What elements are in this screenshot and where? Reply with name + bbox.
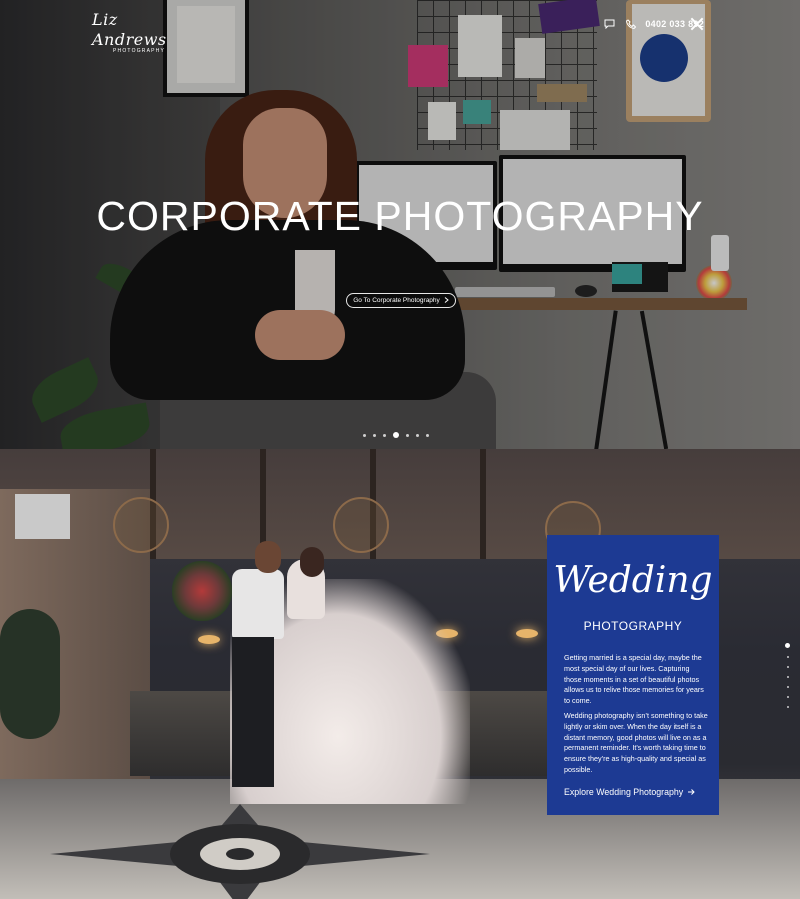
section-nav-dot[interactable] bbox=[786, 676, 789, 678]
corporate-button-label: Go To Corporate Photography bbox=[353, 297, 440, 304]
section-nav-dot[interactable] bbox=[786, 706, 789, 708]
hero-corporate-section: Liz Andrews PHOTOGRAPHY 0402 033 892 COR… bbox=[0, 0, 800, 449]
slider-dot[interactable] bbox=[426, 433, 429, 437]
wedding-paragraph-1: Getting married is a special day, maybe … bbox=[564, 653, 704, 706]
section-nav-dots bbox=[785, 643, 790, 708]
site-logo[interactable]: Liz Andrews PHOTOGRAPHY bbox=[92, 10, 166, 54]
section-nav-dot[interactable] bbox=[785, 643, 790, 648]
logo-subtitle: PHOTOGRAPHY bbox=[113, 48, 166, 54]
close-icon[interactable] bbox=[690, 17, 704, 31]
ceiling-beam bbox=[480, 449, 486, 559]
slider-dot[interactable] bbox=[406, 433, 409, 437]
phone-icon[interactable] bbox=[624, 17, 637, 30]
floor-compass-image bbox=[50, 804, 430, 899]
plant-image bbox=[0, 609, 60, 739]
wedding-script-title: Wedding bbox=[553, 560, 713, 601]
wall-vent-image bbox=[15, 494, 70, 539]
slider-dot[interactable] bbox=[383, 433, 386, 437]
logo-script: Liz Andrews bbox=[92, 10, 167, 49]
hanging-lamp-image bbox=[113, 497, 169, 553]
groom-head-image bbox=[255, 541, 281, 573]
explore-wedding-label: Explore Wedding Photography bbox=[564, 787, 684, 797]
wedding-section: Wedding PHOTOGRAPHY Getting married is a… bbox=[0, 449, 800, 899]
groom-shirt-image bbox=[232, 569, 284, 639]
ceiling-light bbox=[516, 629, 538, 638]
section-nav-dot[interactable] bbox=[786, 656, 789, 658]
slider-dot[interactable] bbox=[393, 432, 399, 438]
section-nav-dot[interactable] bbox=[786, 696, 789, 698]
section-nav-dot[interactable] bbox=[786, 666, 789, 668]
section-nav-dot[interactable] bbox=[786, 686, 789, 688]
top-contact-bar: 0402 033 892 bbox=[603, 17, 704, 30]
slider-dot[interactable] bbox=[363, 433, 366, 437]
hero-slider-dots bbox=[363, 432, 429, 438]
wedding-info-card: Wedding PHOTOGRAPHY Getting married is a… bbox=[547, 535, 719, 815]
chat-icon[interactable] bbox=[603, 17, 616, 30]
groom-pants-image bbox=[232, 637, 274, 787]
hero-title: CORPORATE PHOTOGRAPHY bbox=[96, 193, 704, 239]
slider-dot[interactable] bbox=[416, 433, 419, 437]
wedding-subtitle: PHOTOGRAPHY bbox=[583, 619, 683, 633]
ceiling-light bbox=[198, 635, 220, 644]
bride-hair-image bbox=[300, 547, 324, 577]
explore-wedding-link[interactable]: Explore Wedding Photography bbox=[564, 787, 695, 797]
wedding-paragraph-2: Wedding photography isn’t something to t… bbox=[564, 711, 708, 774]
corporate-photography-button[interactable]: Go To Corporate Photography bbox=[346, 293, 456, 308]
hanging-lamp-image bbox=[333, 497, 389, 553]
slider-dot[interactable] bbox=[373, 433, 376, 437]
arrow-right-icon bbox=[688, 787, 695, 797]
chevron-right-icon bbox=[444, 296, 449, 305]
flower-arrangement-image bbox=[172, 561, 232, 621]
